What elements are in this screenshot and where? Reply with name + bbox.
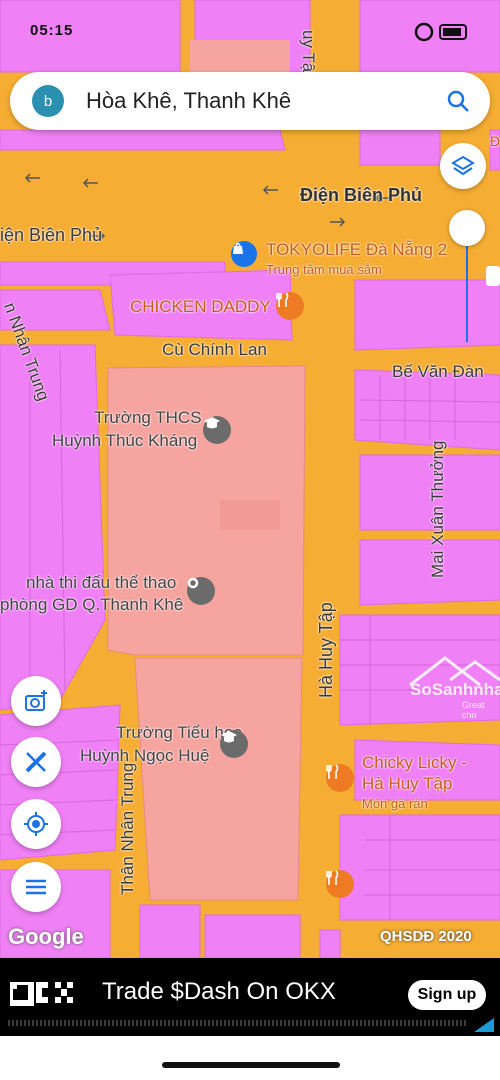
road-label-ha-huy-tap: Hà Huy Tập	[316, 602, 336, 698]
restaurant-icon[interactable]	[276, 292, 304, 320]
opacity-slider-track[interactable]	[466, 245, 468, 342]
poi-tieuhoc-line2[interactable]: Huỳnh Ngọc Huệ	[80, 746, 209, 766]
poi-chicky-line2[interactable]: Hà Huy Tập	[362, 774, 452, 794]
poi-tokyolife-name[interactable]: TOKYOLIFE Đà Nẵng 2	[266, 240, 447, 260]
avatar[interactable]: b	[32, 85, 64, 117]
transit-icon	[486, 266, 500, 286]
adchoices-icon[interactable]	[474, 1018, 494, 1032]
search-bar[interactable]: b Hòa Khê, Thanh Khê	[10, 72, 490, 130]
road-label-than-nhan-trung: Thân Nhân Trung	[118, 762, 137, 895]
poi-tokyolife-sub: Trung tâm mua sắm	[266, 262, 382, 277]
status-time: 05:15	[30, 22, 74, 39]
road-label-be-van-dan: Bế Văn Đàn	[392, 362, 484, 381]
poi-nhathidau-line2[interactable]: phòng GD Q.Thanh Khê	[0, 595, 183, 615]
home-indicator[interactable]	[162, 1062, 340, 1068]
place-icon[interactable]	[187, 577, 215, 605]
road-label-mai-xuan-thuong: Mai Xuân Thưởng	[428, 440, 447, 578]
google-logo: Google	[8, 924, 84, 949]
road-label-cu-chinh-lan: Cù Chính Lan	[162, 340, 267, 359]
layer-label: QHSDĐ 2020	[380, 928, 472, 945]
layers-icon	[451, 155, 475, 176]
restaurant-icon[interactable]	[326, 764, 354, 792]
shopping-icon[interactable]	[231, 241, 257, 267]
opacity-slider-handle[interactable]	[449, 210, 485, 246]
poi-thcs-line2[interactable]: Huỳnh Thúc Kháng	[52, 431, 197, 451]
ad-text: Trade $Dash On OKX	[102, 978, 336, 1005]
measure-icon	[25, 751, 47, 773]
my-location-icon	[24, 812, 48, 836]
ad-banner[interactable]: Trade $Dash On OKX Sign up	[0, 958, 500, 1036]
measure-button[interactable]	[11, 737, 61, 787]
map-view[interactable]: 05:15 Điện Biên Phủ iện Biên Phủ uy Tập …	[0, 0, 500, 958]
menu-icon	[26, 879, 46, 895]
home-area	[0, 1036, 500, 1080]
edge-label: Đ	[490, 133, 500, 149]
poi-chicken-daddy[interactable]: CHICKEN DADDY	[130, 297, 271, 317]
okx-logo	[7, 979, 78, 1013]
camera-add-icon	[25, 690, 47, 711]
road-label-dien-bien-phu: Điện Biên Phủ	[300, 185, 423, 205]
sign-up-button[interactable]: Sign up	[408, 980, 486, 1010]
school-icon[interactable]	[220, 730, 248, 758]
restaurant-icon[interactable]	[326, 870, 354, 898]
add-photo-button[interactable]	[11, 676, 61, 726]
search-query[interactable]: Hòa Khê, Thanh Khê	[86, 88, 446, 114]
battery-icon	[414, 22, 467, 42]
map-canvas	[0, 0, 500, 958]
poi-chicky-sub: Món gà rán	[362, 796, 428, 811]
road-label-dien-bien-phu-west: iện Biên Phủ	[0, 225, 103, 245]
menu-button[interactable]	[11, 862, 61, 912]
ad-fine-print	[8, 1020, 468, 1026]
poi-nhathidau-line1[interactable]: nhà thi đấu thể thao	[26, 573, 176, 593]
my-location-button[interactable]	[11, 799, 61, 849]
poi-chicky-line1[interactable]: Chicky Licky -	[362, 753, 467, 773]
layers-button[interactable]	[440, 143, 486, 189]
watermark-logo: SoSanhnha Great cho	[400, 650, 500, 720]
school-area-tieuhoc	[134, 657, 303, 901]
search-icon[interactable]	[446, 89, 470, 113]
poi-thcs-line1[interactable]: Trường THCS	[94, 408, 202, 428]
school-icon[interactable]	[203, 416, 231, 444]
